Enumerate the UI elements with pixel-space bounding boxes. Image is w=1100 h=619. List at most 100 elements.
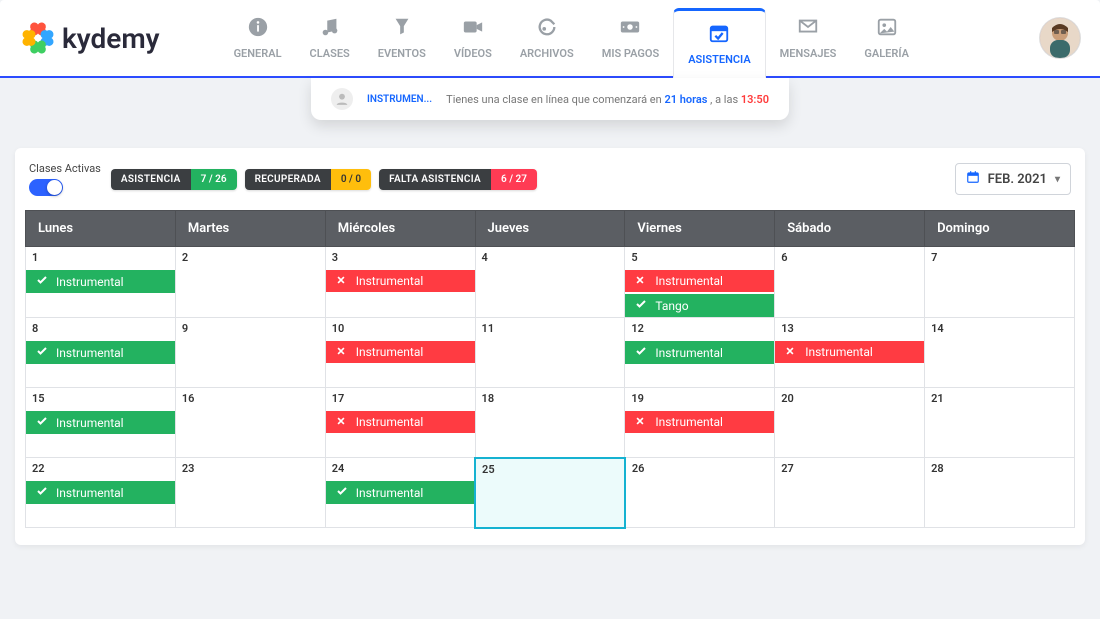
nav-icon	[462, 16, 484, 41]
brand-logo[interactable]: kydemy	[20, 20, 160, 56]
calendar-day[interactable]: 24Instrumental	[325, 458, 475, 528]
calendar-event[interactable]: Instrumental	[26, 481, 175, 504]
main-nav: GENERAL CLASESEVENTOS VÍDEOS ARCHIVOS MIS PA…	[220, 0, 1000, 76]
calendar-day[interactable]: 26	[625, 458, 775, 528]
calendar-day[interactable]: 27	[775, 458, 925, 528]
calendar-day[interactable]: 23	[175, 458, 325, 528]
calendar-day[interactable]: 25	[475, 458, 625, 528]
nav-label: ARCHIVOS	[520, 47, 574, 60]
day-number: 13	[775, 318, 924, 339]
day-number: 24	[326, 458, 474, 479]
nav-label: GENERAL	[234, 47, 282, 60]
calendar-day[interactable]: 7	[925, 247, 1075, 318]
day-number: 21	[925, 388, 1074, 409]
calendar-day[interactable]: 5InstrumentalTango	[625, 247, 775, 318]
calendar-day[interactable]: 1Instrumental	[26, 247, 176, 318]
nav-icon	[247, 16, 269, 41]
calendar-week: 22Instrumental2324Instrumental25262728	[26, 458, 1075, 528]
calendar-day[interactable]: 13 Instrumental	[775, 318, 925, 388]
card-toolbar: Clases Activas ASISTENCIA 7 / 26 RECUPER…	[25, 162, 1075, 210]
event-name: Instrumental	[655, 274, 723, 288]
calendar-day[interactable]: 10Instrumental	[325, 318, 475, 388]
nav-icon	[391, 16, 413, 41]
day-number: 4	[476, 247, 625, 268]
calendar-event[interactable]: Instrumental	[326, 481, 474, 504]
calendar-event[interactable]: Instrumental	[625, 341, 774, 364]
calendar-day[interactable]: 9	[175, 318, 325, 388]
calendar-day[interactable]: 6	[775, 247, 925, 318]
calendar-day[interactable]: 16	[175, 388, 325, 458]
calendar-header-cell: Domingo	[925, 211, 1075, 247]
calendar-header-cell: Sábado	[775, 211, 925, 247]
nav-icon	[797, 16, 819, 41]
calendar-day[interactable]: 17Instrumental	[325, 388, 475, 458]
pill-recovered: RECUPERADA 0 / 0	[245, 169, 371, 190]
pill-attendance: ASISTENCIA 7 / 26	[111, 169, 237, 190]
event-name: Instrumental	[805, 345, 873, 359]
check-icon	[336, 485, 346, 500]
day-number: 11	[476, 318, 625, 339]
nav-icon	[708, 22, 730, 47]
calendar-day[interactable]: 21	[925, 388, 1075, 458]
calendar-day[interactable]: 28	[925, 458, 1075, 528]
x-icon	[635, 274, 645, 288]
nav-item-clases[interactable]: CLASES	[296, 0, 364, 76]
pill-attendance-value: 7 / 26	[191, 169, 237, 190]
avatar[interactable]	[1040, 18, 1080, 58]
calendar-event[interactable]: Instrumental	[775, 341, 924, 363]
nav-item-galería[interactable]: GALERÍA	[850, 0, 923, 76]
calendar-event[interactable]: Instrumental	[326, 341, 475, 363]
calendar-day[interactable]: 11	[475, 318, 625, 388]
calendar-event[interactable]: Instrumental	[26, 270, 175, 293]
upcoming-class-alert[interactable]: INSTRUMEN... Tienes una clase en línea q…	[311, 78, 789, 120]
calendar-day[interactable]: 3Instrumental	[325, 247, 475, 318]
calendar-event[interactable]: Instrumental	[26, 411, 175, 434]
active-classes-toggle[interactable]	[29, 179, 63, 196]
nav-item-eventos[interactable]: EVENTOS	[364, 0, 440, 76]
day-number: 22	[26, 458, 175, 479]
day-number: 17	[326, 388, 475, 409]
notification-tray: INSTRUMEN... Tienes una clase en línea q…	[0, 78, 1100, 120]
calendar-event[interactable]: Instrumental	[326, 270, 475, 292]
calendar-week: 15Instrumental1617Instrumental1819Instru…	[26, 388, 1075, 458]
calendar-day[interactable]: 18	[475, 388, 625, 458]
nav-item-asistencia[interactable]: ASISTENCIA	[673, 8, 765, 78]
calendar-day[interactable]: 20	[775, 388, 925, 458]
day-number: 8	[26, 318, 175, 339]
nav-item-general[interactable]: GENERAL	[220, 0, 296, 76]
day-number: 10	[326, 318, 475, 339]
calendar-day[interactable]: 15Instrumental	[26, 388, 176, 458]
alert-avatar-icon	[331, 88, 353, 110]
calendar-day[interactable]: 22Instrumental	[26, 458, 176, 528]
attendance-calendar: LunesMartesMiércolesJuevesViernesSábadoD…	[25, 210, 1075, 529]
day-number: 3	[326, 247, 475, 268]
calendar-day[interactable]: 14	[925, 318, 1075, 388]
brand-logo-icon	[20, 20, 56, 56]
active-classes-toggle-wrap: Clases Activas	[29, 162, 101, 196]
calendar-event[interactable]: Tango	[625, 294, 774, 317]
calendar-header-cell: Miércoles	[325, 211, 475, 247]
nav-item-archivos[interactable]: ARCHIVOS	[506, 0, 588, 76]
calendar-day[interactable]: 19Instrumental	[625, 388, 775, 458]
nav-label: VÍDEOS	[454, 47, 492, 60]
calendar-event[interactable]: Instrumental	[625, 270, 774, 292]
calendar-header-cell: Jueves	[475, 211, 625, 247]
check-icon	[36, 345, 46, 360]
nav-item-mis pagos[interactable]: MIS PAGOS	[588, 0, 674, 76]
calendar-event[interactable]: Instrumental	[26, 341, 175, 364]
calendar-day[interactable]: 2	[175, 247, 325, 318]
alert-class-link[interactable]: INSTRUMEN...	[367, 94, 432, 105]
calendar-week: 8Instrumental910Instrumental1112Instrume…	[26, 318, 1075, 388]
calendar-day[interactable]: 8Instrumental	[26, 318, 176, 388]
nav-item-vídeos[interactable]: VÍDEOS	[440, 0, 506, 76]
active-classes-toggle-label: Clases Activas	[29, 162, 101, 175]
nav-item-mensajes[interactable]: MENSAJES	[766, 0, 851, 76]
calendar-event[interactable]: Instrumental	[625, 411, 774, 433]
month-picker[interactable]: FEB. 2021 ▾	[955, 163, 1071, 195]
calendar-event[interactable]: Instrumental	[326, 411, 475, 433]
nav-icon	[619, 16, 641, 41]
calendar-day[interactable]: 4	[475, 247, 625, 318]
x-icon	[336, 345, 346, 359]
check-icon	[36, 274, 46, 289]
calendar-day[interactable]: 12Instrumental	[625, 318, 775, 388]
